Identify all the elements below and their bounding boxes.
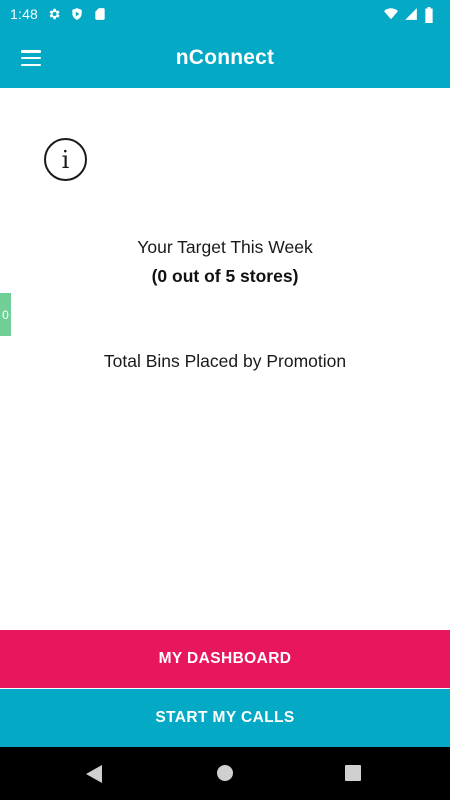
start-my-calls-button[interactable]: START MY CALLS <box>0 689 450 747</box>
app-title: nConnect <box>175 46 275 69</box>
side-tab-counter[interactable]: 0 <box>0 293 11 336</box>
play-protect-icon <box>70 7 84 21</box>
wifi-icon <box>384 7 398 21</box>
hamburger-menu-icon[interactable] <box>19 48 43 68</box>
back-icon[interactable] <box>86 765 102 788</box>
status-bar: 1:48 <box>0 0 450 28</box>
home-icon[interactable] <box>216 764 234 787</box>
recents-icon[interactable] <box>345 765 361 786</box>
weekly-target-label: Your Target This Week <box>137 237 313 257</box>
weekly-target-value: (0 out of 5 stores) <box>151 266 299 286</box>
main-content: i Your Target This Week (0 out of 5 stor… <box>0 88 450 630</box>
signal-icon <box>404 7 418 21</box>
info-icon[interactable]: i <box>44 138 87 181</box>
sd-card-icon <box>93 7 107 21</box>
battery-icon <box>424 7 438 23</box>
status-time: 1:48 <box>10 6 39 22</box>
my-dashboard-button[interactable]: MY DASHBOARD <box>0 630 450 688</box>
bins-placed-label: Total Bins Placed by Promotion <box>103 351 347 371</box>
system-nav-bar <box>0 747 450 800</box>
app-bar: nConnect <box>0 28 450 88</box>
settings-icon <box>47 7 61 21</box>
